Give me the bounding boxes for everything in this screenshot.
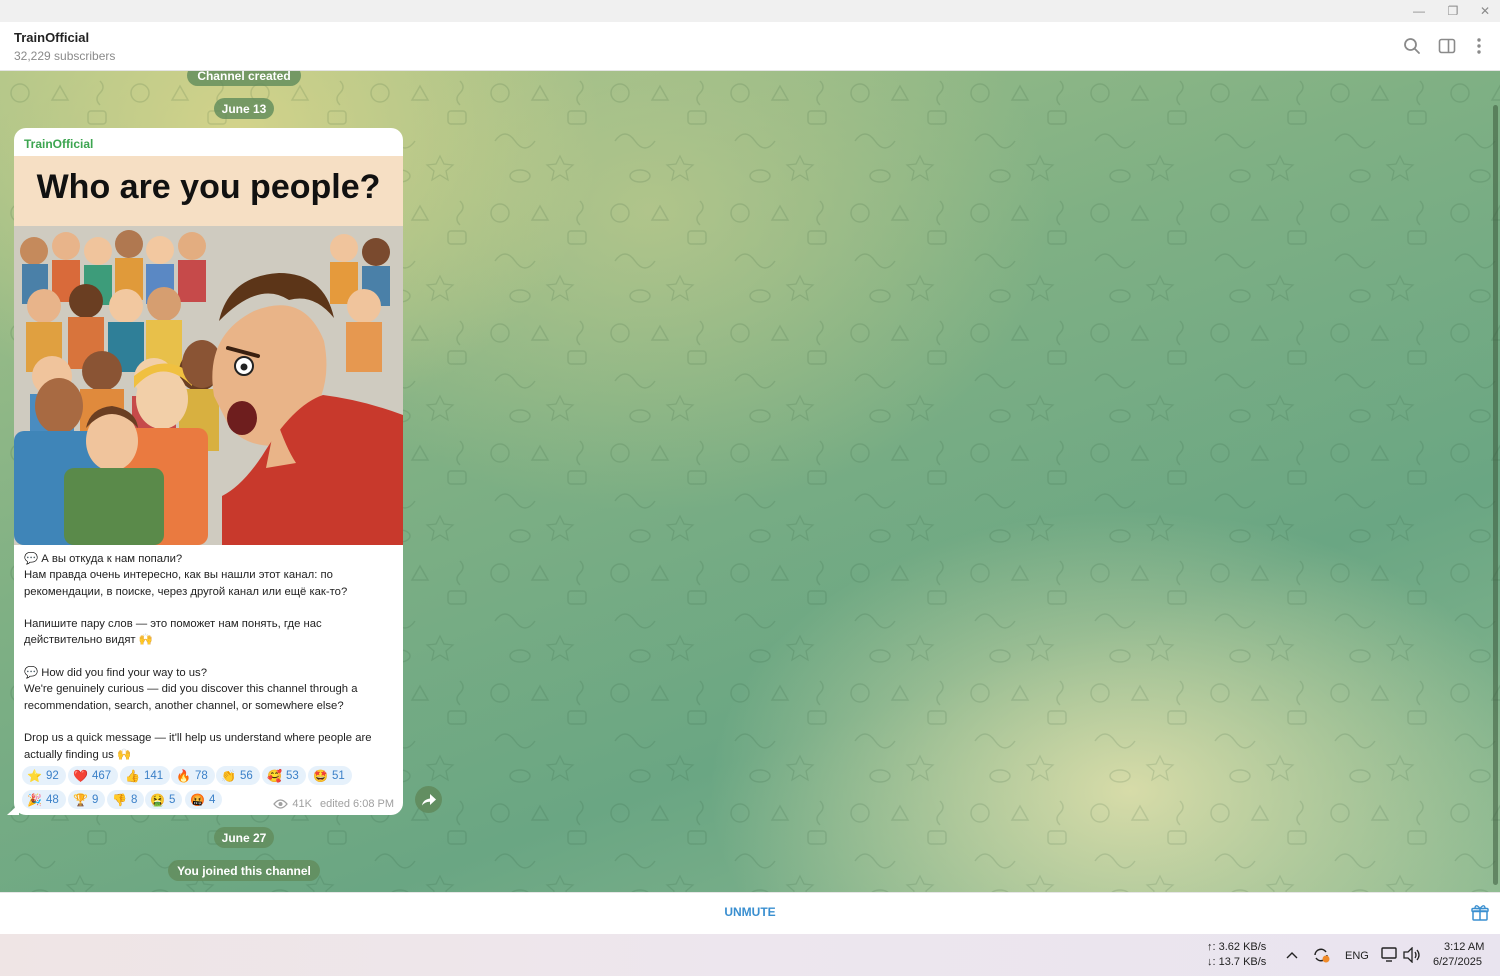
date-separator: June 27 xyxy=(214,827,274,848)
cursing-face-emoji-icon: 🤬 xyxy=(190,792,205,807)
sync-icon[interactable] xyxy=(1312,946,1330,964)
view-count: 41K xyxy=(292,798,312,810)
close-button[interactable]: ✕ xyxy=(1468,0,1500,22)
channel-title[interactable]: TrainOfficial xyxy=(14,30,89,45)
chat-header[interactable]: TrainOfficial 32,229 subscribers xyxy=(0,22,1500,71)
reaction-cursing[interactable]: 🤬 4 xyxy=(185,790,223,809)
volume-icon[interactable] xyxy=(1403,947,1421,963)
gift-icon[interactable] xyxy=(1471,904,1489,922)
reaction-count: 467 xyxy=(91,769,112,782)
more-menu-icon[interactable] xyxy=(1469,36,1489,56)
reaction-party[interactable]: 🎉 48 xyxy=(22,790,66,809)
post-line: рекомендации, в поиске, через другой кан… xyxy=(24,585,348,598)
reaction-count: 78 xyxy=(194,769,208,782)
reaction-count: 51 xyxy=(331,769,345,782)
window-titlebar: — ❐ ✕ xyxy=(0,0,1500,22)
post-line-blank xyxy=(24,714,396,730)
post-line: We're genuinely curious — did you discov… xyxy=(24,683,358,696)
share-arrow-icon xyxy=(421,793,436,805)
star-emoji-icon: ⭐ xyxy=(27,768,42,783)
post-text: 💬 А вы откуда к нам попали? Нам правда о… xyxy=(24,551,396,763)
scrollbar[interactable] xyxy=(1493,105,1498,885)
reaction-count: 4 xyxy=(208,793,216,806)
sidebar-toggle-icon[interactable] xyxy=(1437,36,1457,56)
reaction-heart[interactable]: ❤️ 467 xyxy=(68,766,119,785)
post-line-blank xyxy=(24,649,396,665)
trophy-emoji-icon: 🏆 xyxy=(73,792,88,807)
clap-emoji-icon: 👏 xyxy=(221,768,236,783)
heart-emoji-icon: ❤️ xyxy=(73,768,88,783)
share-button[interactable] xyxy=(415,786,442,813)
post-line: 💬 How did you find your way to us? xyxy=(24,667,207,680)
reaction-count: 9 xyxy=(91,793,99,806)
reaction-count: 141 xyxy=(143,769,164,782)
post-line-blank xyxy=(24,600,396,616)
service-joined-channel: You joined this channel xyxy=(168,860,320,881)
reaction-count: 48 xyxy=(45,793,59,806)
clock-date[interactable]: 6/27/2025 xyxy=(1433,956,1482,968)
reaction-star[interactable]: ⭐ 92 xyxy=(22,766,66,785)
post-line: Нам правда очень интересно, как вы нашли… xyxy=(24,569,333,582)
reaction-count: 56 xyxy=(239,769,253,782)
reaction-fire[interactable]: 🔥 78 xyxy=(171,766,215,785)
network-download-speed: ↓: 13.7 KB/s xyxy=(1207,956,1267,968)
post-line: Drop us a quick message — it'll help us … xyxy=(24,732,372,745)
thumbs-up-emoji-icon: 👍 xyxy=(125,768,140,783)
bottom-bar: UNMUTE xyxy=(0,892,1500,934)
display-network-icon[interactable] xyxy=(1381,947,1399,963)
language-indicator[interactable]: ENG xyxy=(1345,950,1369,962)
star-struck-emoji-icon: 🤩 xyxy=(313,768,328,783)
edited-time: edited 6:08 PM xyxy=(320,798,394,810)
reaction-count: 53 xyxy=(285,769,299,782)
clock-time[interactable]: 3:12 AM xyxy=(1444,941,1484,953)
reaction-thumbs-down[interactable]: 👎 8 xyxy=(107,790,145,809)
search-icon[interactable] xyxy=(1402,36,1422,56)
chevron-up-icon[interactable] xyxy=(1286,951,1298,959)
vomiting-face-emoji-icon: 🤮 xyxy=(150,792,165,807)
chat-area[interactable]: Channel created June 13 TrainOfficial Wh… xyxy=(0,71,1500,892)
reaction-clap[interactable]: 👏 56 xyxy=(216,766,260,785)
smiling-hearts-emoji-icon: 🥰 xyxy=(267,768,282,783)
network-upload-speed: ↑: 3.62 KB/s xyxy=(1207,941,1267,953)
post-image[interactable]: Who are you people? xyxy=(14,156,403,545)
eye-icon xyxy=(273,799,289,809)
post-line: 💬 А вы откуда к нам попали? xyxy=(24,553,183,565)
post-author[interactable]: TrainOfficial xyxy=(24,137,93,151)
reaction-star-struck[interactable]: 🤩 51 xyxy=(308,766,352,785)
reaction-count: 92 xyxy=(45,769,59,782)
reaction-count: 8 xyxy=(130,793,138,806)
post-line: действительно видят 🙌 xyxy=(24,634,153,647)
taskbar: ↑: 3.62 KB/s ↓: 13.7 KB/s ENG 3:12 AM 6/… xyxy=(0,934,1500,976)
restore-button[interactable]: ❐ xyxy=(1436,0,1470,22)
post-line: actually finding us 🙌 xyxy=(24,748,132,761)
thumbs-down-emoji-icon: 👎 xyxy=(112,792,127,807)
reaction-thumbs-up[interactable]: 👍 141 xyxy=(120,766,171,785)
post-line: recommendation, search, another channel,… xyxy=(24,699,344,712)
subscriber-count: 32,229 subscribers xyxy=(14,49,116,63)
post-meta: 41K edited 6:08 PM xyxy=(273,798,394,810)
channel-post[interactable]: TrainOfficial Who are you people? 💬 А вы… xyxy=(14,128,403,815)
crowd-illustration xyxy=(14,226,403,545)
party-popper-emoji-icon: 🎉 xyxy=(27,792,42,807)
fire-emoji-icon: 🔥 xyxy=(176,768,191,783)
minimize-button[interactable]: — xyxy=(1402,0,1436,22)
post-line: Напишите пару слов — это поможет нам пон… xyxy=(24,618,322,631)
service-channel-created: Channel created xyxy=(187,71,301,86)
reaction-vomit[interactable]: 🤮 5 xyxy=(145,790,183,809)
unmute-button[interactable]: UNMUTE xyxy=(700,905,800,919)
reaction-count: 5 xyxy=(168,793,176,806)
reaction-trophy[interactable]: 🏆 9 xyxy=(68,790,106,809)
reaction-smiling-hearts[interactable]: 🥰 53 xyxy=(262,766,306,785)
date-separator: June 13 xyxy=(214,98,274,119)
